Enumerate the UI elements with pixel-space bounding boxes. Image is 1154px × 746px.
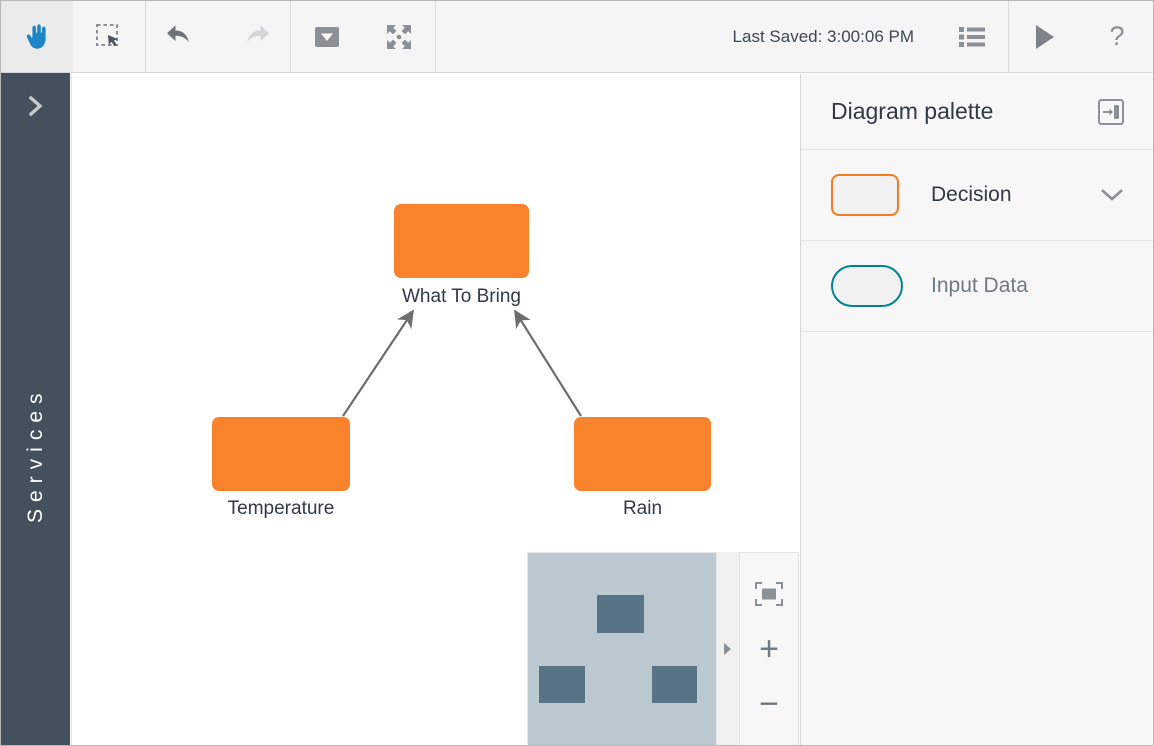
palette-item-input-data[interactable]: Input Data [801, 241, 1153, 332]
diagram-node-what-to-bring[interactable] [394, 204, 529, 278]
fit-frame-icon [754, 581, 784, 607]
collapse-panel-right-icon [1097, 98, 1125, 126]
palette-item-label-decision: Decision [931, 183, 1099, 207]
zoom-fit-button[interactable] [747, 572, 791, 616]
toolbar-group-status: Last Saved: 3:00:06 PM [733, 1, 1008, 72]
input-data-swatch-wrap [831, 265, 931, 307]
undo-button[interactable] [146, 1, 218, 72]
marquee-select-tool-button[interactable] [73, 1, 145, 72]
list-icon [959, 26, 985, 48]
input-data-shape-icon [831, 265, 903, 307]
minus-icon: − [759, 687, 779, 721]
pan-tool-button[interactable] [1, 1, 73, 72]
diagram-node-label-what-to-bring: What To Bring [394, 286, 529, 308]
toolbar-group-pointer [1, 1, 146, 72]
palette-item-decision[interactable]: Decision [801, 150, 1153, 241]
expand-sidebar-button[interactable] [19, 89, 53, 123]
last-saved-status: Last Saved: 3:00:06 PM [733, 1, 936, 72]
diagram-canvas[interactable]: What To Bring Temperature Rain [71, 74, 800, 746]
redo-arrow-icon [238, 23, 270, 51]
expand-arrows-icon [385, 23, 413, 51]
zoom-in-button[interactable]: + [747, 627, 791, 671]
connector-temperature-to-what-to-bring[interactable] [343, 311, 413, 416]
application-window: Last Saved: 3:00:06 PM [0, 0, 1154, 746]
collapse-palette-button[interactable] [1097, 98, 1125, 126]
toolbar-group-actions: ? [1009, 1, 1153, 72]
help-button[interactable]: ? [1081, 1, 1153, 72]
caret-right-icon [723, 642, 733, 656]
diagram-node-temperature[interactable] [212, 417, 350, 491]
caret-down-box-icon [314, 24, 340, 50]
run-button[interactable] [1009, 1, 1081, 72]
toolbar-group-view [291, 1, 436, 72]
palette-title: Diagram palette [831, 98, 993, 125]
top-toolbar: Last Saved: 3:00:06 PM [1, 1, 1153, 73]
fit-to-screen-button[interactable] [363, 1, 435, 72]
minimap-overview: + − [527, 552, 799, 746]
minimap-node [652, 666, 697, 703]
hand-icon [24, 23, 50, 51]
diagram-node-label-rain: Rain [574, 498, 711, 520]
play-icon [1033, 24, 1057, 50]
diagram-node-label-temperature: Temperature [212, 498, 350, 520]
decision-swatch-wrap [831, 174, 931, 216]
minimap-toggle-button[interactable] [717, 552, 739, 746]
minimap-node [597, 595, 644, 633]
services-sidebar[interactable]: Services [1, 73, 70, 746]
decision-shape-icon [831, 174, 899, 216]
minimap-viewport[interactable] [527, 552, 717, 746]
palette-item-expand-decision[interactable] [1099, 186, 1125, 204]
chevron-down-icon [1099, 186, 1125, 204]
marquee-select-icon [95, 23, 123, 51]
diagram-node-rain[interactable] [574, 417, 711, 491]
list-view-button[interactable] [936, 1, 1008, 72]
zoom-out-button[interactable]: − [747, 682, 791, 726]
plus-icon: + [759, 632, 779, 666]
palette-item-label-input-data: Input Data [931, 274, 1125, 298]
undo-arrow-icon [166, 23, 198, 51]
chevron-right-icon [26, 94, 46, 118]
services-sidebar-label: Services [24, 123, 48, 746]
redo-button[interactable] [218, 1, 290, 72]
collapse-all-button[interactable] [291, 1, 363, 72]
diagram-palette-panel: Diagram palette Decision [800, 74, 1153, 746]
palette-header: Diagram palette [801, 74, 1153, 150]
toolbar-spacer [436, 1, 733, 72]
minimap-node [539, 666, 585, 703]
toolbar-group-history [146, 1, 291, 72]
connector-rain-to-what-to-bring[interactable] [515, 311, 581, 416]
minimap-zoom-controls: + − [739, 552, 799, 746]
question-mark-icon: ? [1109, 23, 1124, 50]
